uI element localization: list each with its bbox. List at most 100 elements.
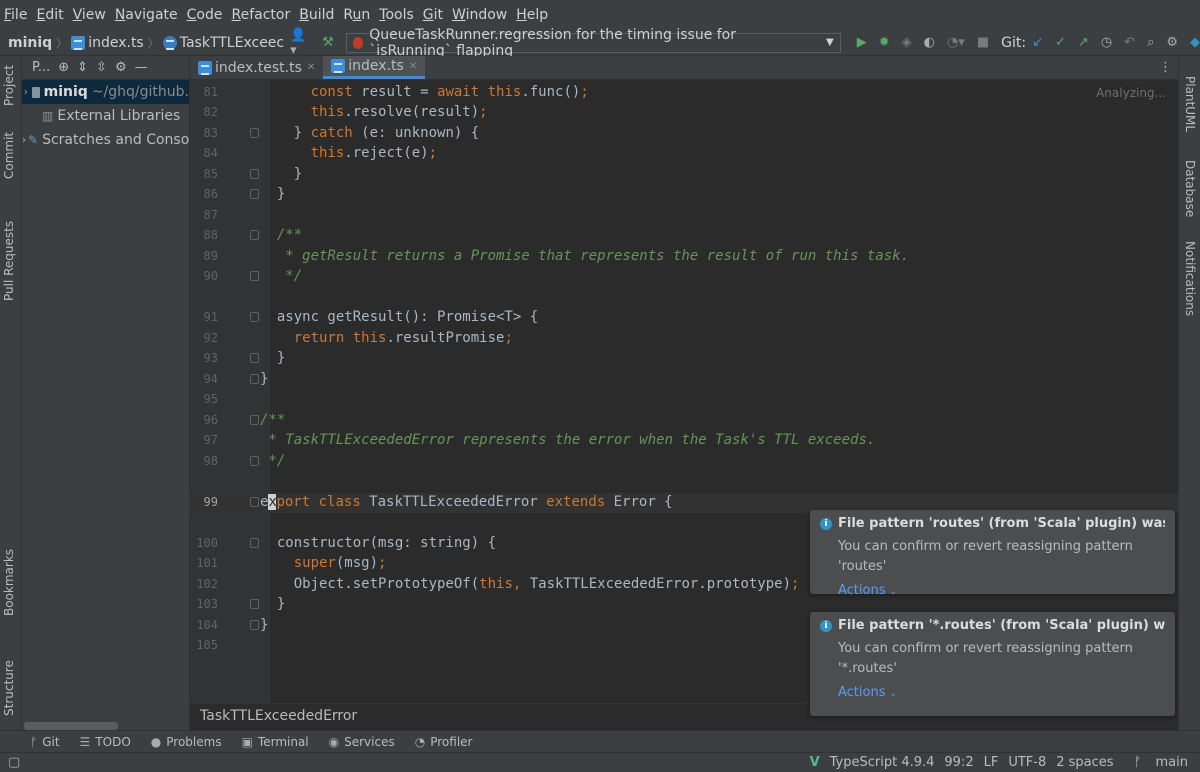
fold-marker-icon[interactable] (250, 128, 259, 138)
tab-index-ts[interactable]: index.ts ✕ (323, 56, 426, 79)
project-view-select[interactable]: P... (32, 60, 50, 75)
line-number[interactable]: 91 (190, 310, 218, 324)
language-service-status[interactable]: TypeScript 4.9.4 (830, 755, 935, 770)
line-number[interactable]: 100 (190, 536, 218, 550)
line-number[interactable]: 82 (190, 105, 218, 119)
notification-actions-link[interactable]: Actions ⌄ (838, 685, 1165, 700)
line-number[interactable]: 86 (190, 187, 218, 201)
close-icon[interactable]: ✕ (307, 62, 315, 73)
caret-position[interactable]: 99:2 (944, 755, 973, 770)
line-number[interactable]: 99 (190, 495, 218, 509)
fold-marker-icon[interactable] (250, 538, 259, 548)
debug-icon[interactable]: ✹ (879, 35, 890, 50)
tree-item-external-libraries[interactable]: ▥ External Libraries (22, 104, 189, 128)
menu-help[interactable]: Help (516, 7, 548, 23)
code-line[interactable] (190, 472, 1178, 492)
code-line[interactable]: 91 async getResult(): Promise<T> { (190, 308, 1178, 328)
code-line[interactable]: 89 * getResult returns a Promise that re… (190, 247, 1178, 267)
panel-settings-icon[interactable]: ⚙ (115, 60, 127, 75)
fold-marker-icon[interactable] (250, 456, 259, 466)
tree-item-miniq[interactable]: › miniq ~/ghq/github. (22, 80, 189, 104)
git-history-icon[interactable]: ◷ (1101, 35, 1112, 50)
line-number[interactable]: 83 (190, 126, 218, 140)
git-branch-widget[interactable]: ᚠ main (1124, 755, 1188, 770)
git-push-icon[interactable]: ↗ (1078, 35, 1089, 50)
line-number[interactable]: 98 (190, 454, 218, 468)
code-line[interactable]: 95 (190, 390, 1178, 410)
horizontal-scrollbar[interactable] (24, 722, 118, 730)
line-number[interactable]: 92 (190, 331, 218, 345)
locate-icon[interactable]: ⊕ (58, 60, 69, 75)
fold-marker-icon[interactable] (250, 353, 259, 363)
menu-edit[interactable]: Edit (36, 7, 63, 23)
fold-marker-icon[interactable] (250, 620, 259, 630)
menu-view[interactable]: View (73, 7, 106, 23)
line-separator[interactable]: LF (984, 755, 999, 770)
tool-tab-pull-requests[interactable]: Pull Requests (2, 221, 16, 301)
tool-tab-services[interactable]: ◉ Services (329, 735, 395, 749)
code-line[interactable]: 83 } catch (e: unknown) { (190, 124, 1178, 144)
close-icon[interactable]: ✕ (409, 61, 417, 72)
tool-tab-terminal[interactable]: ▣ Terminal (242, 735, 309, 749)
collapse-all-icon[interactable]: ⇳ (96, 60, 107, 75)
search-icon[interactable]: ⌕ (1147, 35, 1154, 50)
line-number[interactable]: 88 (190, 228, 218, 242)
line-number[interactable]: 102 (190, 577, 218, 591)
git-commit-icon[interactable]: ✓ (1055, 35, 1066, 50)
run-icon[interactable]: ▶ (857, 35, 867, 50)
line-number[interactable]: 84 (190, 146, 218, 160)
breadcrumb-class[interactable]: TaskTTLExceec (162, 35, 284, 51)
line-number[interactable]: 96 (190, 413, 218, 427)
expand-all-icon[interactable]: ⇕ (77, 60, 88, 75)
code-line[interactable]: 85 } (190, 165, 1178, 185)
git-rollback-icon[interactable]: ↶ (1124, 35, 1135, 50)
code-line[interactable]: 81 const result = await this.func(); (190, 83, 1178, 103)
settings-gear-icon[interactable]: ⚙ (1166, 35, 1178, 50)
line-number[interactable]: 105 (190, 638, 218, 652)
menu-refactor[interactable]: Refactor (231, 7, 290, 23)
user-icon[interactable]: 👤▾ (290, 28, 310, 58)
tree-item-scratches[interactable]: › ✎ Scratches and Conso (22, 128, 189, 152)
code-line[interactable]: 86 } (190, 185, 1178, 205)
tool-tab-git[interactable]: ᚠ Git (30, 735, 60, 749)
line-number[interactable]: 85 (190, 167, 218, 181)
code-editor[interactable]: 81 const result = await this.func(); 82 t… (190, 80, 1178, 703)
hide-panel-icon[interactable]: — (135, 60, 148, 75)
breadcrumb-file[interactable]: index.ts (71, 35, 144, 51)
code-line[interactable]: 82 this.resolve(result); (190, 103, 1178, 123)
more-tabs-icon[interactable]: ⋮ (1159, 56, 1178, 79)
build-hammer-icon[interactable]: ⚒ (322, 35, 334, 50)
line-number[interactable]: 81 (190, 85, 218, 99)
tool-tab-database[interactable]: Database (1183, 160, 1197, 217)
chevron-right-icon[interactable]: › (22, 87, 30, 98)
code-line[interactable] (190, 288, 1178, 308)
menu-run[interactable]: Run (343, 7, 370, 23)
code-line[interactable]: 93 } (190, 349, 1178, 369)
tool-tab-todo[interactable]: ☰ TODO (80, 735, 131, 749)
more-run-icon[interactable]: ◔▾ (947, 35, 965, 50)
git-update-icon[interactable]: ↙ (1032, 35, 1043, 50)
fold-marker-icon[interactable] (250, 230, 259, 240)
run-configuration-select[interactable]: QueueTaskRunner.regression for the timin… (345, 27, 841, 59)
line-number[interactable]: 97 (190, 433, 218, 447)
line-number[interactable]: 90 (190, 269, 218, 283)
jetbrains-toolbox-icon[interactable]: ◆ (1190, 35, 1200, 50)
menu-tools[interactable]: Tools (379, 7, 414, 23)
code-line[interactable]: 92 return this.resultPromise; (190, 329, 1178, 349)
menu-file[interactable]: File (4, 7, 27, 23)
line-number[interactable]: 103 (190, 597, 218, 611)
line-number[interactable]: 89 (190, 249, 218, 263)
fold-marker-icon[interactable] (250, 497, 259, 507)
toggle-tool-windows-icon[interactable]: ▢ (8, 755, 20, 770)
menu-git[interactable]: Git (423, 7, 443, 23)
fold-marker-icon[interactable] (250, 415, 259, 425)
tool-tab-structure[interactable]: Structure (2, 660, 16, 716)
line-number[interactable]: 93 (190, 351, 218, 365)
menu-code[interactable]: Code (187, 7, 223, 23)
fold-marker-icon[interactable] (250, 312, 259, 322)
breadcrumb-project[interactable]: miniq (8, 35, 52, 51)
line-number[interactable]: 95 (190, 392, 218, 406)
tool-tab-plantuml[interactable]: PlantUML (1183, 76, 1197, 132)
tool-tab-problems[interactable]: ● Problems (151, 735, 222, 749)
file-encoding[interactable]: UTF-8 (1008, 755, 1046, 770)
